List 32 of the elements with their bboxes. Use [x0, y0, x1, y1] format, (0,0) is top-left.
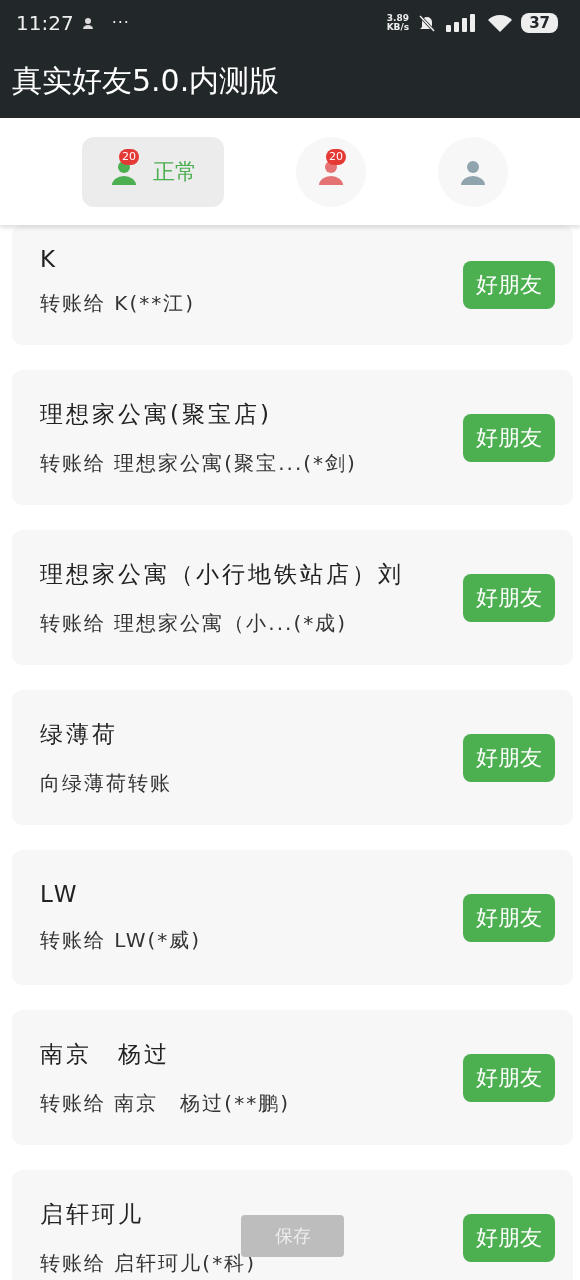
transfer-note: 转账给 南京 杨过(**鹏) — [40, 1089, 290, 1117]
transfer-note: 转账给 LW(*威) — [40, 927, 202, 954]
friend-button[interactable]: 好朋友 — [463, 1213, 555, 1262]
count-badge: 20 — [119, 148, 139, 165]
contact-name: LW — [40, 881, 80, 907]
app-title: 真实好友5.0.内测版 — [12, 62, 280, 100]
count-badge: 20 — [326, 148, 346, 165]
contact-name: 启轩珂儿 — [40, 1199, 144, 1229]
contact-name: 绿薄荷 — [40, 719, 118, 749]
status-time: 11:27 — [16, 10, 74, 35]
friend-button[interactable]: 好朋友 — [463, 893, 555, 942]
transfer-note: 向绿薄荷转账 — [40, 769, 172, 797]
filter-tab[interactable]: 20 正常 — [82, 136, 224, 207]
network-speed: 3.89 KB/s — [386, 13, 410, 32]
contact-name: 理想家公寓(聚宝店) — [40, 399, 272, 429]
friend-button[interactable]: 好朋友 — [463, 573, 555, 622]
friend-button[interactable]: 好朋友 — [463, 1053, 555, 1102]
battery-indicator: 37 — [521, 12, 558, 33]
friend-button[interactable]: 好朋友 — [463, 413, 555, 462]
wifi-icon — [487, 12, 514, 33]
friend-button[interactable]: 好朋友 — [463, 733, 555, 782]
friend-button[interactable]: 好朋友 — [463, 261, 555, 309]
contact-name: K — [40, 245, 59, 272]
more-indicator: ··· — [111, 13, 130, 32]
transfer-note: 转账给 理想家公寓（小...(*成) — [40, 609, 348, 637]
filter-tab[interactable]: 20 — [296, 136, 366, 207]
transfer-note: 转账给 K(**江) — [40, 289, 196, 317]
person-icon — [81, 16, 94, 29]
contact-name: 理想家公寓（小行地铁站店）刘 — [40, 559, 404, 589]
transfer-note: 转账给 理想家公寓(聚宝...(*剑) — [40, 449, 357, 477]
mute-icon — [417, 12, 438, 33]
contact-name: 南京 杨过 — [40, 1039, 170, 1069]
